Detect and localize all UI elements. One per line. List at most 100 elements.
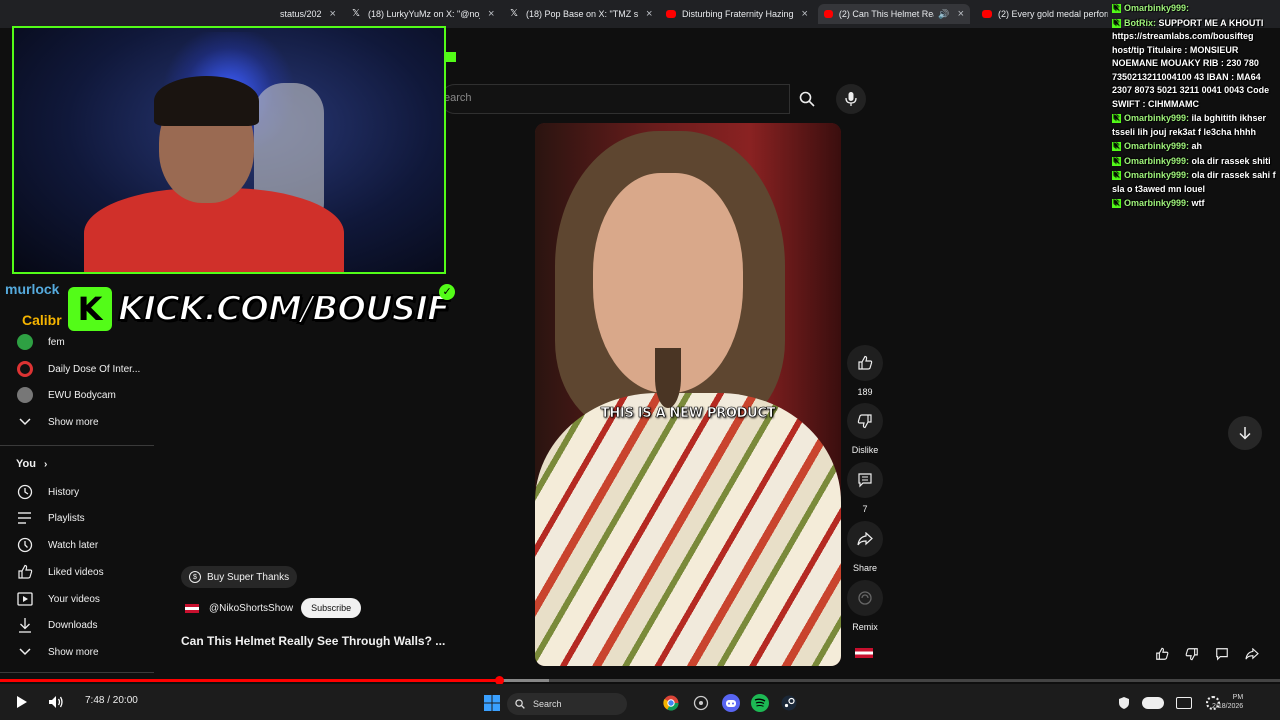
search-button[interactable] xyxy=(790,84,824,114)
volume-button[interactable] xyxy=(46,692,66,712)
kick-badge-icon: K xyxy=(1112,142,1121,152)
youtube-icon xyxy=(666,10,676,18)
clock-time: PM xyxy=(1232,694,1244,701)
channel-name[interactable]: @NikoShortsShow xyxy=(209,603,293,614)
channel-row: @NikoShortsShow Subscribe xyxy=(185,598,362,618)
chat-message: K Omarbinky999: ila bghitith ikhser tssel… xyxy=(1112,112,1280,139)
sidebar-item-downloads[interactable]: Downloads xyxy=(16,614,97,636)
tab-label: (18) LurkyYuMz on X: "@nojum xyxy=(368,9,480,19)
chat-username: Omarbinky999: xyxy=(1124,3,1190,13)
browser-tab[interactable]: (2) Every gold medal performa xyxy=(982,4,1110,24)
sidebar-divider xyxy=(0,672,154,673)
speaker-icon[interactable]: 🔊 xyxy=(938,9,949,20)
share-icon[interactable] xyxy=(1240,644,1264,664)
chrome-icon[interactable] xyxy=(662,694,680,712)
thumbs-down-icon[interactable] xyxy=(1180,644,1204,664)
playlists-icon xyxy=(16,509,34,527)
youtube-icon xyxy=(824,10,833,18)
super-thanks-button[interactable]: $ Buy Super Thanks xyxy=(181,566,298,588)
taskbar-clock[interactable]: PM 2/18/2026 xyxy=(1212,693,1243,711)
plus-decoration-icon xyxy=(446,52,456,62)
like-count: 189 xyxy=(857,387,873,397)
chat-username: Omarbinky999: xyxy=(1124,198,1190,208)
search-input[interactable] xyxy=(440,84,790,114)
sidebar-item-label: History xyxy=(48,486,80,498)
browser-tab-strip: status/202 × 𝕏 (18) LurkyYuMz on X: "@no… xyxy=(0,0,1280,28)
sidebar-show-more[interactable]: Show more xyxy=(16,641,99,663)
chat-message: K Omarbinky999: ah xyxy=(1112,140,1280,154)
sidebar-item-liked-videos[interactable]: Liked videos xyxy=(16,561,104,583)
search-icon xyxy=(515,699,525,709)
sidebar-you-heading[interactable]: You › xyxy=(16,458,47,470)
taskbar-search[interactable]: Search xyxy=(507,693,627,715)
chat-username: Omarbinky999: xyxy=(1124,170,1190,180)
time-display: 7:48 / 20:00 xyxy=(85,695,138,706)
share-button[interactable]: Share xyxy=(846,521,884,573)
browser-tab[interactable]: status/202 × xyxy=(280,4,340,24)
browser-tab[interactable]: 𝕏 (18) LurkyYuMz on X: "@nojum × xyxy=(350,4,496,24)
voice-search-button[interactable] xyxy=(836,84,866,114)
channel-avatar[interactable] xyxy=(855,648,873,658)
tab-close-icon[interactable]: × xyxy=(330,8,336,20)
spotify-icon[interactable] xyxy=(751,694,769,712)
chat-username: Omarbinky999: xyxy=(1124,141,1190,151)
sidebar-item-playlists[interactable]: Playlists xyxy=(16,507,85,529)
x-icon: 𝕏 xyxy=(509,8,519,19)
sidebar-item-watch-later[interactable]: Watch later xyxy=(16,534,98,556)
channel-avatar[interactable] xyxy=(185,603,199,613)
history-icon xyxy=(16,483,34,501)
channel-avatar xyxy=(17,361,33,377)
kick-badge-icon: K xyxy=(1112,114,1121,124)
chat-username: BotRix: xyxy=(1124,17,1156,28)
sidebar-subscription-daily-dose[interactable]: Daily Dose Of Inter... xyxy=(16,358,140,380)
windows-start-icon[interactable] xyxy=(483,694,501,712)
display-icon[interactable] xyxy=(1176,697,1192,709)
thumbs-up-icon[interactable] xyxy=(1150,644,1174,664)
shield-icon[interactable] xyxy=(1118,696,1132,710)
x-icon: 𝕏 xyxy=(351,8,361,19)
tab-close-icon[interactable]: × xyxy=(802,8,808,20)
shorts-video-player[interactable]: THIS IS A NEW PRODUCT xyxy=(535,123,841,666)
tab-close-icon[interactable]: × xyxy=(958,8,964,20)
you-heading-label: You xyxy=(16,458,36,470)
like-button[interactable]: 189 xyxy=(846,345,884,397)
liked-videos-icon xyxy=(16,563,34,581)
comment-icon[interactable] xyxy=(1210,644,1234,664)
toggle-icon[interactable] xyxy=(1142,697,1164,709)
comments-button[interactable]: 7 xyxy=(846,462,884,514)
sidebar-item-label: Your videos xyxy=(48,593,100,605)
play-button[interactable] xyxy=(12,692,32,712)
dislike-button[interactable]: Dislike xyxy=(846,403,884,455)
tab-close-icon[interactable]: × xyxy=(488,8,494,20)
browser-tab[interactable]: 𝕏 (18) Pop Base on X: "TMZ share × xyxy=(508,4,654,24)
sidebar-divider xyxy=(0,445,154,446)
sidebar-item-history[interactable]: History xyxy=(16,481,79,503)
streamer-webcam xyxy=(12,26,446,274)
browser-tab-active[interactable]: (2) Can This Helmet Really 🔊 × xyxy=(818,4,970,24)
discord-icon[interactable] xyxy=(722,694,740,712)
remix-button[interactable]: Remix xyxy=(846,580,884,632)
sidebar-subscription-fem[interactable]: fem xyxy=(16,331,65,353)
tab-close-icon[interactable]: × xyxy=(646,8,652,20)
youtube-icon xyxy=(982,10,992,18)
next-short-button[interactable] xyxy=(1228,416,1262,450)
progress-played xyxy=(0,679,500,682)
steam-icon[interactable] xyxy=(780,694,798,712)
channel-avatar xyxy=(17,334,33,350)
remix-label: Remix xyxy=(852,622,878,632)
chat-text: ah xyxy=(1189,141,1203,151)
arrow-down-icon xyxy=(1239,427,1251,440)
sidebar-item-label: Daily Dose Of Inter... xyxy=(48,363,141,375)
sidebar-item-label: Watch later xyxy=(48,539,99,551)
chat-username: Omarbinky999: xyxy=(1124,155,1190,166)
sidebar-item-your-videos[interactable]: Your videos xyxy=(16,588,100,610)
subscribe-button[interactable]: Subscribe xyxy=(301,598,362,618)
video-title[interactable]: Can This Helmet Really See Through Walls… xyxy=(181,634,445,648)
sidebar-show-more[interactable]: Show more xyxy=(16,411,99,433)
sidebar-subscription-ewu-bodycam[interactable]: EWU Bodycam xyxy=(16,384,116,406)
browser-tab[interactable]: Disturbing Fraternity Hazing × xyxy=(666,4,812,24)
app-icon[interactable] xyxy=(692,694,710,712)
verified-check-icon: ✓ xyxy=(439,284,456,300)
microphone-icon xyxy=(845,92,857,106)
kick-channel-banner: K KICK.COM/BOUSIF ✓ xyxy=(68,284,456,334)
